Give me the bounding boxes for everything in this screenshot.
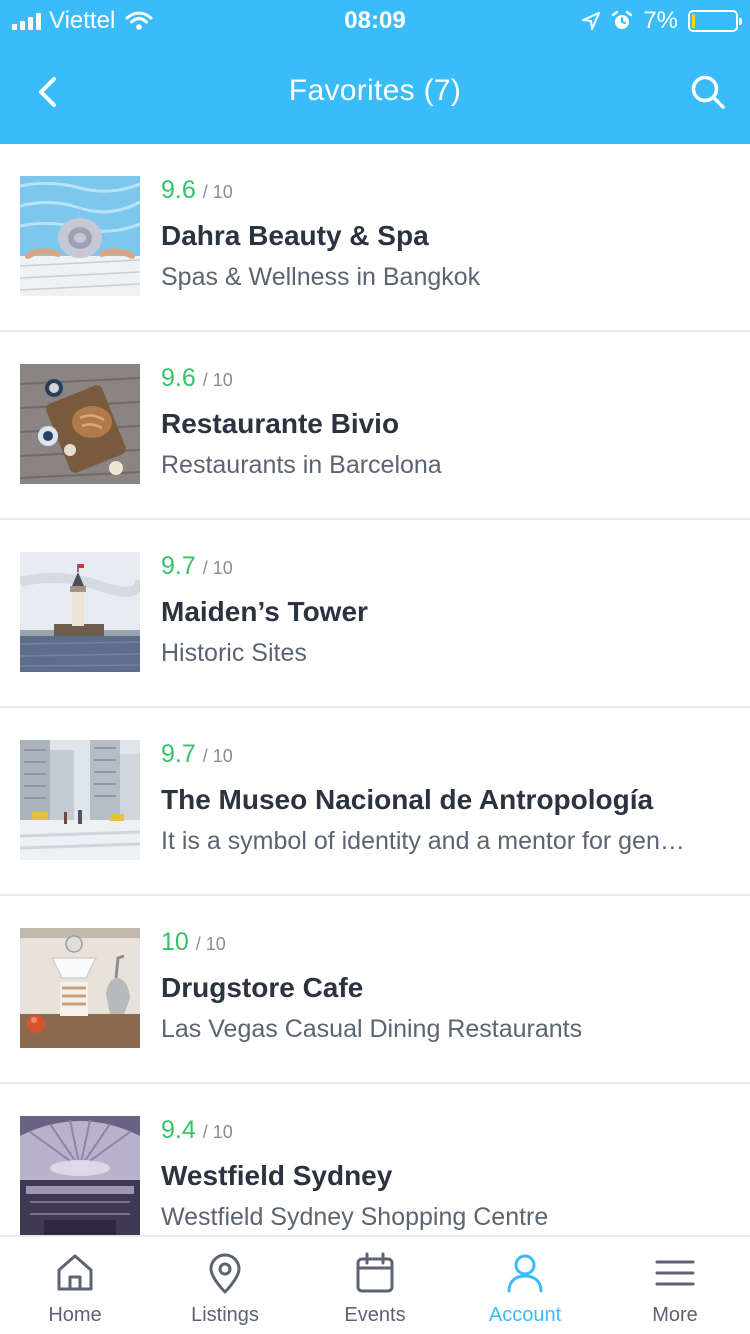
rating-score: 9.6 [161,364,196,392]
rating: 10 / 10 [161,926,730,960]
search-button[interactable] [684,68,732,116]
user-icon [507,1254,543,1293]
map-pin-icon [209,1253,241,1294]
nav-bar: Favorites (7) [0,44,750,144]
alarm-icon [612,10,633,29]
item-title: Restaurante Bivio [161,408,400,439]
item-subtitle: Spas & Wellness in Bangkok [161,263,481,291]
item-info: 9.4 / 10 Westfield Sydney Westfield Sydn… [161,1114,730,1234]
battery-icon [688,10,742,32]
favorites-list[interactable]: 9.6 / 10 Dahra Beauty & Spa Spas & Welln… [0,144,750,1235]
rating-max: / 10 [195,934,226,954]
rating-score: 9.4 [161,1116,196,1144]
menu-icon [655,1260,695,1286]
rating-score: 9.7 [161,740,196,768]
tab-listings[interactable]: Listings [150,1237,300,1334]
tab-label: More [652,1304,698,1326]
home-icon [57,1254,93,1291]
tab-label: Home [48,1304,102,1326]
rating: 9.6 / 10 [161,362,730,396]
tab-label: Events [344,1304,406,1326]
tab-home[interactable]: Home [0,1237,150,1334]
status-right: 7% [581,7,742,35]
rating-score: 9.7 [161,552,196,580]
item-title: Maiden’s Tower [161,596,368,627]
location-arrow-icon [582,12,601,30]
item-subtitle: Historic Sites [161,639,307,667]
tab-events[interactable]: Events [300,1237,450,1334]
item-title: Dahra Beauty & Spa [161,220,429,251]
item-title: Drugstore Cafe [161,972,364,1003]
battery-percent: 7% [643,7,678,34]
mall-dome-photo [20,1116,140,1235]
pool-hat-photo [20,176,140,296]
page-title: Favorites (7) [288,74,462,107]
rating: 9.7 / 10 [161,550,730,584]
item-title: The Museo Nacional de Antropología [161,784,654,815]
item-info: 10 / 10 Drugstore Cafe Las Vegas Casual … [161,926,730,1046]
item-subtitle: Las Vegas Casual Dining Restaurants [161,1015,583,1043]
tab-bar: Home Listings Events Account More [0,1235,750,1334]
favorite-item-maidens-tower[interactable]: 9.7 / 10 Maiden’s Tower Historic Sites [0,520,750,708]
bread-board-photo [20,364,140,484]
rating: 9.7 / 10 [161,738,730,772]
coffee-drip-photo [20,928,140,1048]
rating-score: 10 [161,928,189,956]
rating-max: / 10 [202,1122,233,1142]
tab-more[interactable]: More [600,1237,750,1334]
item-subtitle: Westfield Sydney Shopping Centre [161,1203,549,1231]
battery-level [692,14,695,28]
item-info: 9.7 / 10 The Museo Nacional de Antropolo… [161,738,730,858]
favorite-item-westfield[interactable]: 9.4 / 10 Westfield Sydney Westfield Sydn… [0,1084,750,1235]
rating-max: / 10 [202,558,233,578]
status-bar: Viettel 08:09 7% [0,0,750,40]
item-info: 9.7 / 10 Maiden’s Tower Historic Sites [161,550,730,670]
rating-max: / 10 [202,370,233,390]
item-info: 9.6 / 10 Dahra Beauty & Spa Spas & Welln… [161,174,730,294]
calendar-icon [356,1252,394,1293]
favorite-item-dahra[interactable]: 9.6 / 10 Dahra Beauty & Spa Spas & Welln… [0,144,750,332]
item-title: Westfield Sydney [161,1160,393,1191]
rating: 9.6 / 10 [161,174,730,208]
item-subtitle: It is a symbol of identity and a mentor … [161,827,685,855]
rating-score: 9.6 [161,176,196,204]
city-street-photo [20,740,140,860]
favorite-item-bivio[interactable]: 9.6 / 10 Restaurante Bivio Restaurants i… [0,332,750,520]
search-icon [691,75,725,109]
rating-max: / 10 [202,182,233,202]
tab-label: Listings [191,1304,259,1326]
app-header: Viettel 08:09 7% Favorites (7) [0,0,750,144]
rating: 9.4 / 10 [161,1114,730,1148]
tower-sea-photo [20,552,140,672]
tab-label: Account [488,1304,562,1326]
item-subtitle: Restaurants in Barcelona [161,451,442,479]
favorite-item-drugstore-cafe[interactable]: 10 / 10 Drugstore Cafe Las Vegas Casual … [0,896,750,1084]
favorite-item-museo[interactable]: 9.7 / 10 The Museo Nacional de Antropolo… [0,708,750,896]
rating-max: / 10 [202,746,233,766]
item-info: 9.6 / 10 Restaurante Bivio Restaurants i… [161,362,730,482]
tab-account[interactable]: Account [450,1237,600,1334]
